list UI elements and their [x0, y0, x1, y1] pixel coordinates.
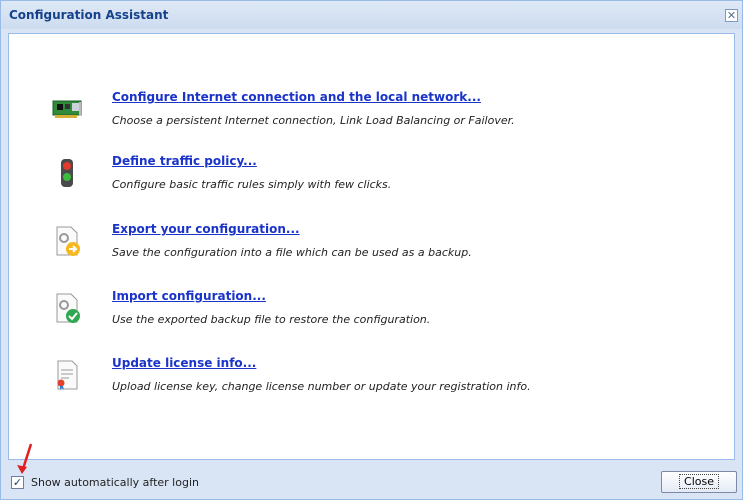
- export-configuration-link[interactable]: Export your configuration...: [112, 222, 300, 236]
- update-license-link[interactable]: Update license info...: [112, 356, 256, 370]
- configure-internet-description: Choose a persistent Internet connection,…: [112, 114, 515, 127]
- close-button[interactable]: Close: [661, 471, 737, 493]
- close-button-label: Close: [679, 474, 719, 489]
- traffic-light-icon: [61, 159, 73, 187]
- show-after-login-label[interactable]: Show automatically after login: [31, 476, 199, 489]
- export-config-icon: [56, 226, 80, 256]
- network-card-icon: [52, 100, 82, 118]
- define-traffic-policy-description: Configure basic traffic rules simply wit…: [112, 178, 392, 191]
- list-item-export-configuration: Export your configuration... Save the co…: [49, 222, 689, 272]
- annotation-arrow-icon: [17, 443, 33, 474]
- configuration-assistant-dialog: Configuration Assistant ✕ Configure Inte…: [0, 0, 743, 500]
- configure-internet-link[interactable]: Configure Internet connection and the lo…: [112, 90, 481, 104]
- dialog-title: Configuration Assistant: [9, 8, 169, 22]
- close-icon[interactable]: ✕: [725, 9, 738, 22]
- title-bar: Configuration Assistant ✕: [1, 1, 742, 29]
- dialog-body: Configure Internet connection and the lo…: [8, 33, 735, 460]
- list-item-configure-internet: Configure Internet connection and the lo…: [49, 90, 689, 140]
- show-after-login-checkbox[interactable]: ✓: [11, 476, 24, 489]
- import-configuration-description: Use the exported backup file to restore …: [112, 313, 431, 326]
- import-configuration-link[interactable]: Import configuration...: [112, 289, 266, 303]
- export-configuration-description: Save the configuration into a file which…: [112, 246, 472, 259]
- license-document-icon: [57, 360, 78, 390]
- list-item-update-license: Update license info... Upload license ke…: [49, 356, 689, 406]
- list-item-define-traffic-policy: Define traffic policy... Configure basic…: [49, 154, 689, 204]
- list-item-import-configuration: Import configuration... Use the exported…: [49, 289, 689, 339]
- import-config-icon: [56, 293, 80, 323]
- update-license-description: Upload license key, change license numbe…: [112, 380, 531, 393]
- define-traffic-policy-link[interactable]: Define traffic policy...: [112, 154, 257, 168]
